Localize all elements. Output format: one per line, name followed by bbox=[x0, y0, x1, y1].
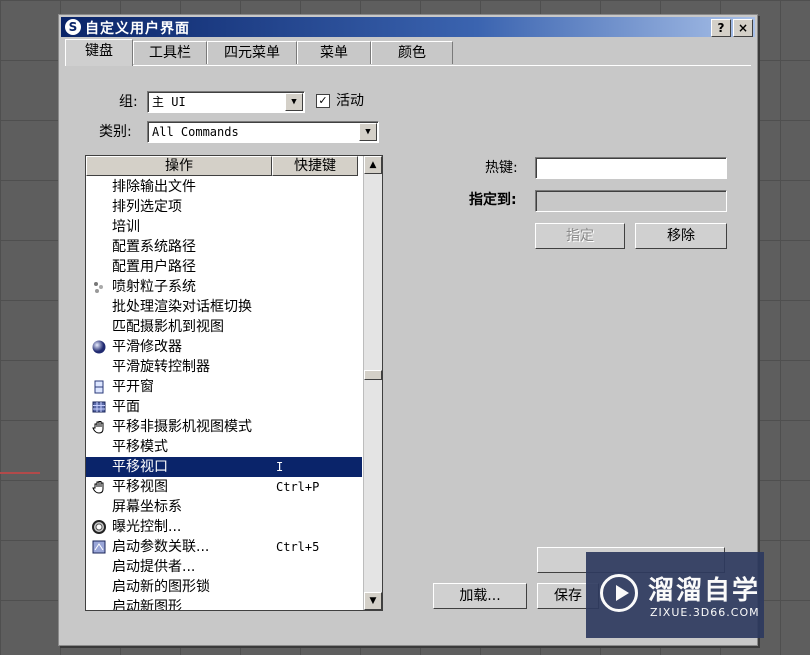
list-item[interactable]: 平开窗 bbox=[86, 377, 362, 397]
list-item[interactable]: 屏幕坐标系 bbox=[86, 497, 362, 517]
list-item[interactable]: 配置用户路径 bbox=[86, 257, 362, 277]
action-name: 培训 bbox=[112, 219, 140, 235]
list-item[interactable]: 曝光控制... bbox=[86, 517, 362, 537]
action-name: 配置用户路径 bbox=[112, 259, 196, 275]
action-name: 平移视图 bbox=[112, 479, 168, 495]
action-name: 喷射粒子系统 bbox=[112, 279, 196, 295]
action-name: 启动参数关联... bbox=[112, 539, 210, 555]
action-name: 配置系统路径 bbox=[112, 239, 196, 255]
action-name: 排列选定项 bbox=[112, 199, 182, 215]
action-shortcut: I bbox=[276, 460, 284, 474]
tab-keyboard[interactable]: 键盘 bbox=[65, 39, 133, 66]
list-item[interactable]: 平滑旋转控制器 bbox=[86, 357, 362, 377]
group-label: 组: bbox=[119, 94, 138, 110]
action-name: 平滑旋转控制器 bbox=[112, 359, 210, 375]
tab-toolbars[interactable]: 工具栏 bbox=[133, 41, 207, 64]
window-icon bbox=[92, 380, 106, 394]
list-header: 操作 快捷键 bbox=[86, 156, 358, 176]
sphere-icon bbox=[92, 340, 106, 354]
scroll-down-button[interactable]: ▼ bbox=[364, 592, 382, 610]
action-name: 排除输出文件 bbox=[112, 179, 196, 195]
title-bar: S 自定义用户界面 ? × bbox=[61, 17, 755, 37]
action-name: 批处理渲染对话框切换 bbox=[112, 299, 252, 315]
action-name: 平移视口 bbox=[112, 459, 168, 475]
action-name: 平面 bbox=[112, 399, 140, 415]
action-name: 曝光控制... bbox=[112, 519, 182, 535]
category-label: 类别: bbox=[99, 124, 132, 140]
list-item[interactable]: 平面 bbox=[86, 397, 362, 417]
hand-icon bbox=[92, 480, 106, 494]
list-item[interactable]: 喷射粒子系统 bbox=[86, 277, 362, 297]
action-name: 屏幕坐标系 bbox=[112, 499, 182, 515]
group-dropdown[interactable]: 主 UI ▼ bbox=[147, 91, 305, 113]
hotkey-input[interactable] bbox=[535, 157, 727, 179]
action-name: 平开窗 bbox=[112, 379, 154, 395]
viewport-line bbox=[0, 472, 40, 474]
play-icon bbox=[600, 574, 638, 612]
ring-icon bbox=[92, 520, 106, 534]
param-icon bbox=[92, 540, 106, 554]
category-value: All Commands bbox=[152, 125, 239, 139]
assigned-to-label: 指定到: bbox=[469, 192, 517, 208]
list-item[interactable]: 启动新的图形锁 bbox=[86, 577, 362, 597]
action-name: 平移非摄影机视图模式 bbox=[112, 419, 252, 435]
active-checkbox[interactable]: ✓ bbox=[316, 94, 330, 108]
assigned-to-field bbox=[535, 190, 727, 212]
list-rows: 排除输出文件 排列选定项培训配置系统路径 配置用户路径 喷射粒子系统批处理渲染对话框切… bbox=[86, 177, 362, 611]
list-item[interactable]: 排除输出文件 bbox=[86, 177, 362, 197]
category-dropdown[interactable]: All Commands ▼ bbox=[147, 121, 379, 143]
list-scrollbar[interactable]: ▲ ▼ bbox=[363, 156, 382, 610]
chevron-down-icon: ▼ bbox=[359, 123, 377, 141]
list-item[interactable]: 启动新图形 bbox=[86, 597, 362, 611]
chevron-down-icon: ▼ bbox=[285, 93, 303, 111]
action-shortcut: Ctrl+P bbox=[276, 480, 320, 494]
column-shortcut[interactable]: 快捷键 bbox=[272, 156, 358, 176]
list-item[interactable]: 平滑修改器 bbox=[86, 337, 362, 357]
active-label: 活动 bbox=[336, 93, 364, 109]
list-item[interactable]: 配置系统路径 bbox=[86, 237, 362, 257]
group-value: 主 UI bbox=[152, 95, 186, 109]
hotkey-label: 热键: bbox=[485, 160, 518, 176]
plane-grid-icon bbox=[92, 400, 106, 414]
action-name: 平滑修改器 bbox=[112, 339, 182, 355]
list-item[interactable]: 平移模式 bbox=[86, 437, 362, 457]
action-name: 匹配摄影机到视图 bbox=[112, 319, 224, 335]
help-button[interactable]: ? bbox=[711, 19, 731, 37]
watermark-brand: 溜溜自学 bbox=[648, 576, 761, 606]
list-item[interactable]: 批处理渲染对话框切换 bbox=[86, 297, 362, 317]
action-name: 启动提供者... bbox=[112, 559, 196, 575]
action-name: 平移模式 bbox=[112, 439, 168, 455]
action-name: 启动新的图形锁 bbox=[112, 579, 210, 595]
list-item[interactable]: 平移视图 Ctrl+P bbox=[86, 477, 362, 497]
scroll-up-button[interactable]: ▲ bbox=[364, 156, 382, 174]
close-button[interactable]: × bbox=[733, 19, 753, 37]
remove-button[interactable]: 移除 bbox=[635, 223, 727, 249]
hand-icon bbox=[92, 420, 106, 434]
list-item[interactable]: 平移非摄影机视图模式 bbox=[86, 417, 362, 437]
list-item[interactable]: 排列选定项 bbox=[86, 197, 362, 217]
action-name: 启动新图形 bbox=[112, 599, 182, 611]
list-item[interactable]: 启动提供者... bbox=[86, 557, 362, 577]
window-title: 自定义用户界面 bbox=[85, 21, 190, 37]
list-item[interactable]: 培训 bbox=[86, 217, 362, 237]
assign-button[interactable]: 指定 bbox=[535, 223, 625, 249]
tab-colors[interactable]: 颜色 bbox=[371, 41, 453, 64]
tab-quads[interactable]: 四元菜单 bbox=[207, 41, 297, 64]
list-item[interactable]: 匹配摄影机到视图 bbox=[86, 317, 362, 337]
action-shortcut: Ctrl+5 bbox=[276, 540, 320, 554]
load-button[interactable]: 加载... bbox=[433, 583, 527, 609]
column-action[interactable]: 操作 bbox=[86, 156, 272, 176]
particle-icon bbox=[92, 280, 106, 294]
watermark-url: ZIXUE.3D66.COM bbox=[650, 606, 760, 619]
scroll-thumb[interactable] bbox=[364, 370, 382, 380]
app-logo-icon: S bbox=[65, 19, 81, 35]
tab-divider bbox=[65, 65, 751, 66]
watermark-logo: 溜溜自学 ZIXUE.3D66.COM bbox=[586, 552, 764, 638]
tab-strip: 键盘 工具栏 四元菜单 菜单 颜色 bbox=[65, 39, 751, 66]
list-item[interactable]: 平移视口 I bbox=[86, 457, 362, 477]
action-list[interactable]: 操作 快捷键 排除输出文件 排列选定项培训配置系统路径 配置用户路径 喷射粒子系统批处… bbox=[85, 155, 383, 611]
tab-menus[interactable]: 菜单 bbox=[297, 41, 371, 64]
list-item[interactable]: 启动参数关联... Ctrl+5 bbox=[86, 537, 362, 557]
